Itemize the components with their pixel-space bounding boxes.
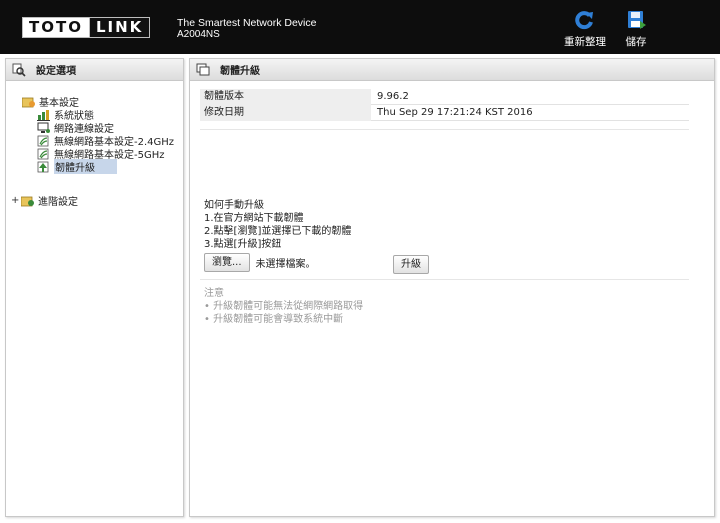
refresh-button[interactable]: 重新整理: [560, 10, 610, 50]
expand-toggle[interactable]: +: [11, 195, 19, 206]
howto-step: 2.點擊[瀏覽]並選擇已下載的韌體: [204, 226, 352, 237]
refresh-icon: [575, 11, 593, 30]
model-name: A2004NS: [177, 29, 220, 40]
brand-logo: TOTO LINK: [22, 17, 151, 38]
brand-logo-left: TOTO: [23, 18, 89, 37]
file-picker: 瀏覽... 未選擇檔案。: [204, 253, 316, 272]
divider: [200, 129, 689, 130]
info-key: 修改日期: [200, 104, 371, 121]
settings-search-icon: [12, 63, 26, 77]
file-status: 未選擇檔案。: [255, 259, 316, 270]
notice-item: • 升級韌體可能無法從網際網路取得: [204, 301, 364, 312]
info-row-date: 修改日期 Thu Sep 29 17:21:24 KST 2016: [200, 104, 689, 121]
brand-logo-right: LINK: [88, 18, 150, 37]
save-button[interactable]: 儲存: [611, 10, 661, 50]
chart-icon: [37, 109, 50, 121]
sidebar-title: 設定選項: [36, 66, 76, 77]
main-title-bar: 韌體升級: [190, 59, 714, 81]
upgrade-button[interactable]: 升級: [393, 255, 429, 274]
page-title: 韌體升級: [220, 66, 260, 77]
tagline-text: The Smartest Network Device: [177, 17, 317, 29]
notice-section: 注意 • 升級韌體可能無法從網際網路取得 • 升級韌體可能會導致系統中斷: [204, 287, 363, 326]
sidebar-panel: 設定選項 基本設定 系統狀態 網路連線設定 無線網路基本設定-2.4GHz 無線…: [5, 58, 184, 517]
main-panel: 韌體升級 韌體版本 9.96.2 修改日期 Thu Sep 29 17:21:2…: [189, 58, 715, 517]
firmware-version-value: 9.96.2: [377, 90, 409, 102]
notice-title: 注意: [204, 288, 224, 299]
firmware-info-table: 韌體版本 9.96.2 修改日期 Thu Sep 29 17:21:24 KST…: [200, 88, 689, 121]
tree-advanced-settings[interactable]: + 進階設定: [11, 194, 78, 208]
header-tagline: The Smartest Network Device A2004NS: [177, 17, 316, 41]
howto-step: 3.點選[升級]按鈕: [204, 239, 282, 250]
top-header: TOTO LINK The Smartest Network Device A2…: [0, 0, 720, 54]
sidebar-item-firmware-upgrade[interactable]: 韌體升級: [37, 159, 117, 174]
save-icon: [628, 11, 646, 29]
firmware-date-value: Thu Sep 29 17:21:24 KST 2016: [377, 106, 533, 118]
howto-section: 如何手動升級 1.在官方網站下載韌體 2.點擊[瀏覽]並選擇已下載的韌體 3.點…: [204, 199, 351, 251]
howto-step: 1.在官方網站下載韌體: [204, 213, 304, 224]
firmware-icon: [37, 161, 49, 172]
wireless-icon: [37, 148, 49, 159]
notice-item: • 升級韌體可能會導致系統中斷: [204, 314, 344, 325]
sidebar-item-label: 韌體升級: [54, 159, 117, 174]
sidebar-title-bar: 設定選項: [6, 59, 183, 81]
divider: [200, 279, 689, 280]
refresh-label: 重新整理: [564, 36, 606, 48]
monitor-icon: [37, 122, 50, 133]
folder-settings-icon: [22, 97, 35, 107]
folder-settings-icon: [21, 196, 34, 206]
wireless-icon: [37, 135, 49, 146]
howto-title: 如何手動升級: [204, 200, 264, 211]
save-label: 儲存: [625, 36, 647, 48]
info-row-version: 韌體版本 9.96.2: [200, 88, 689, 105]
window-icon: [196, 63, 210, 75]
browse-button[interactable]: 瀏覽...: [204, 253, 250, 272]
tree-advanced-label: 進階設定: [38, 197, 78, 208]
info-key: 韌體版本: [200, 88, 371, 105]
